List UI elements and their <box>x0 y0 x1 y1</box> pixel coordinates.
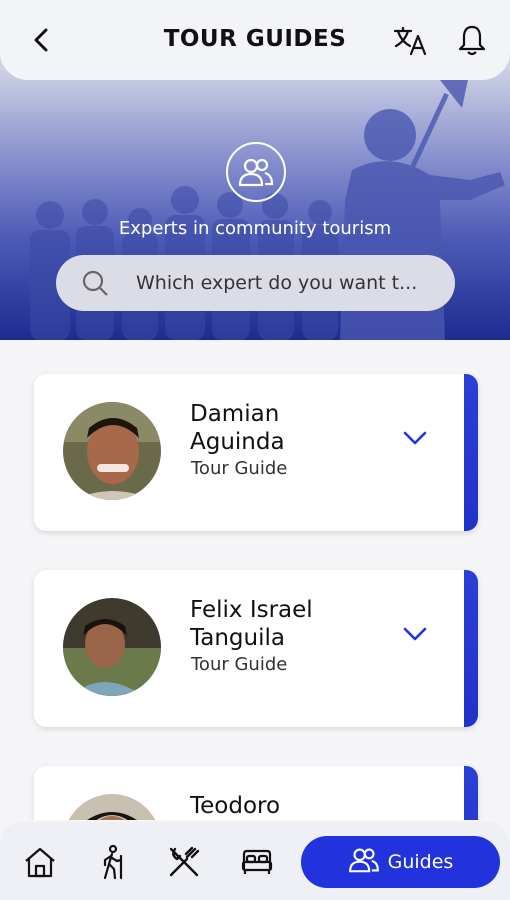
restaurant-icon[interactable] <box>164 842 204 882</box>
translate-icon[interactable] <box>392 24 428 58</box>
card-accent-bar <box>464 374 478 531</box>
search-bar[interactable] <box>56 255 455 311</box>
guide-avatar <box>63 598 161 696</box>
search-icon <box>80 268 110 298</box>
chevron-down-icon[interactable] <box>400 426 430 450</box>
guide-list: Damian Aguinda Tour Guide Felix Israel T… <box>0 340 510 820</box>
guide-card[interactable]: Teodoro <box>34 766 478 820</box>
guide-card[interactable]: Damian Aguinda Tour Guide <box>34 374 478 531</box>
guide-avatar <box>63 794 161 820</box>
top-header: TOUR GUIDES <box>0 0 510 80</box>
guide-role: Tour Guide <box>191 654 288 675</box>
hero-subtitle: Experts in community tourism <box>118 218 392 239</box>
card-accent-bar <box>464 570 478 727</box>
guide-name: Teodoro <box>190 793 281 819</box>
guide-role: Tour Guide <box>191 458 288 479</box>
search-input[interactable] <box>136 272 426 294</box>
group-icon <box>348 847 380 878</box>
guide-avatar <box>63 402 161 500</box>
card-accent-bar <box>464 766 478 820</box>
hiking-icon[interactable] <box>92 842 132 882</box>
guide-name: Felix Israel Tanguila <box>190 597 313 651</box>
bell-icon[interactable] <box>454 22 490 58</box>
page-title: TOUR GUIDES <box>163 26 347 52</box>
nav-guides-label: Guides <box>387 851 454 873</box>
chevron-down-icon[interactable] <box>400 622 430 646</box>
group-icon <box>226 142 286 202</box>
guide-name: Damian Aguinda <box>190 401 285 455</box>
guide-card[interactable]: Felix Israel Tanguila Tour Guide <box>34 570 478 727</box>
bed-icon[interactable] <box>237 842 277 882</box>
nav-guides-button[interactable]: Guides <box>301 836 500 888</box>
bottom-nav: Guides <box>0 822 510 900</box>
home-icon[interactable] <box>20 842 60 882</box>
